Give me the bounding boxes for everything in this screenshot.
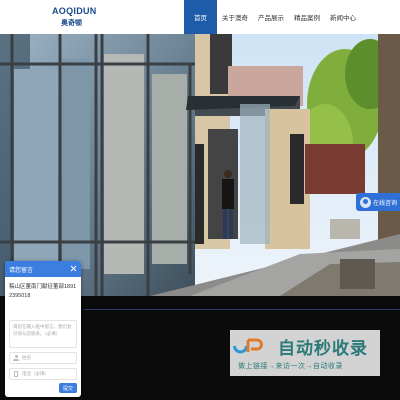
message-panel: 请您留言 稿山区董南门献征董部18912395018 请您在输入框中留言，我们会… [5,261,81,397]
watermark-title: 自动秒收录 [278,339,368,358]
brand-logo[interactable]: AOQIDUN 奥奇顿 [52,6,98,30]
nav-news[interactable]: 新闻中心 [325,0,361,34]
nav-about[interactable]: 关于澳奇 [217,0,253,34]
phone-placeholder: 电话（必填） [22,371,49,376]
nav-cases[interactable]: 精品案例 [289,0,325,34]
name-placeholder: 姓名 [22,355,31,360]
chat-avatar-icon [360,196,371,208]
main-nav: 首页 关于澳奇 产品展示 精品案例 新闻中心 [184,0,361,34]
watermark-banner: 自动秒收录 做上链接→来访一次→自动收录 [230,330,380,376]
nav-home[interactable]: 首页 [184,0,217,34]
message-panel-header: 请您留言 [5,261,81,277]
person-icon [13,355,19,361]
divider-line [84,309,400,310]
close-icon[interactable] [70,265,77,272]
submit-button[interactable]: 提交 [59,383,77,393]
watermark-subtitle: 做上链接→来访一次→自动收录 [238,363,343,370]
phone-icon [13,371,19,377]
watermark-logo-icon [233,338,263,354]
hero-banner-image [0,34,400,296]
message-textarea[interactable]: 请您在输入框中留言，我们会尽快与您联系。（必填） [9,320,77,348]
site-header: AOQIDUN 奥奇顿 首页 关于澳奇 产品展示 精品案例 新闻中心 [0,0,400,34]
online-chat-button[interactable]: 在线咨询 [356,193,400,211]
message-intro-text: 稿山区董南门献征董部18912395018 [9,284,77,299]
online-chat-label: 在线咨询 [373,200,398,207]
name-field[interactable]: 姓名 [9,352,77,364]
message-panel-title: 请您留言 [9,267,34,274]
nav-products[interactable]: 产品展示 [253,0,289,34]
logo-text-cn: 奥奇顿 [61,20,82,27]
logo-text-en: AOQIDUN [52,6,97,16]
phone-field[interactable]: 电话（必填） [9,368,77,380]
